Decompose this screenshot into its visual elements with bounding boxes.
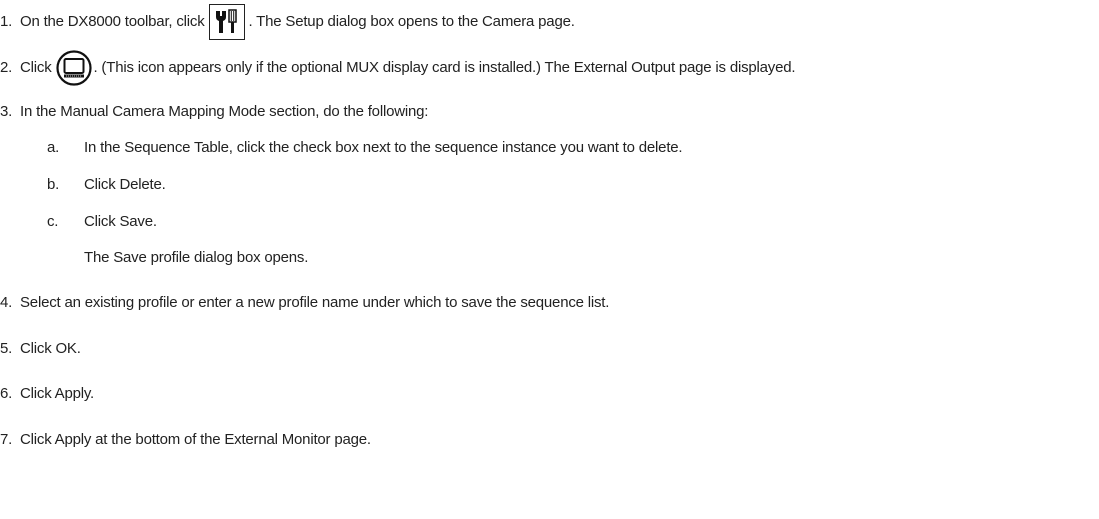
step-text: Click Apply at the bottom of the Externa… xyxy=(20,431,371,448)
step-number: 7. xyxy=(0,431,13,448)
step-text-after: . (This icon appears only if the optiona… xyxy=(93,59,796,76)
instruction-document: 1. On the DX8000 toolbar, click . The Se… xyxy=(0,0,1099,519)
step-number: 4. xyxy=(0,294,13,311)
substep-text: In the Sequence Table, click the check b… xyxy=(84,139,683,156)
substep-letter: c. xyxy=(47,213,59,230)
monitor-icon xyxy=(55,50,92,86)
step-number: 2. xyxy=(0,59,13,76)
step-text: Click OK. xyxy=(20,340,81,357)
step-number: 5. xyxy=(0,340,13,357)
substep-letter: a. xyxy=(47,139,60,156)
tools-icon xyxy=(208,4,245,40)
step-text: Click xyxy=(20,59,52,76)
step-text: In the Manual Camera Mapping Mode sectio… xyxy=(20,103,429,120)
step-text: Click Apply. xyxy=(20,385,95,402)
step-text-after: . The Setup dialog box opens to the Came… xyxy=(248,13,575,30)
step-text: On the DX8000 toolbar, click xyxy=(20,13,205,30)
substep-letter: b. xyxy=(47,176,60,193)
substep-text: Click Save. xyxy=(84,213,157,230)
step-number: 3. xyxy=(0,103,13,120)
step-number: 1. xyxy=(0,13,13,30)
step-text: Select an existing profile or enter a ne… xyxy=(20,294,610,311)
note-text: The Save profile dialog box opens. xyxy=(84,249,309,266)
step-number: 6. xyxy=(0,385,13,402)
substep-text: Click Delete. xyxy=(84,176,166,193)
